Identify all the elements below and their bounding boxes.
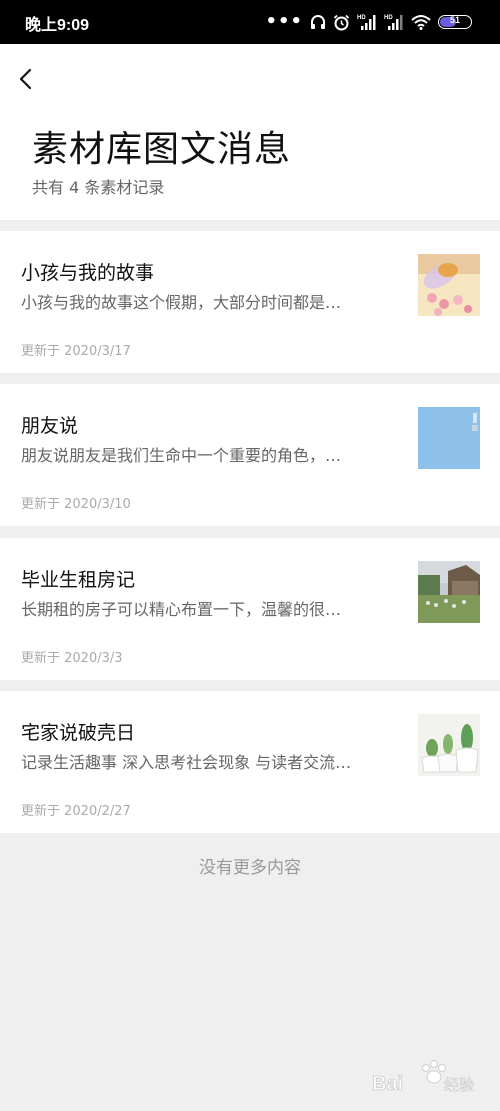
article-title: 毕业生租房记 <box>21 569 136 591</box>
signal-hd-icon: HD <box>357 15 376 30</box>
signal-hd-icon: HD <box>384 15 403 30</box>
article-date: 更新于 2020/2/27 <box>21 804 131 819</box>
article-thumbnail <box>418 407 480 469</box>
article-summary: 长期租的房子可以精心布置一下，温馨的很… <box>21 600 342 619</box>
svg-text:经验: 经验 <box>444 1076 474 1094</box>
article-card[interactable]: 小孩与我的故事 小孩与我的故事这个假期，大部分时间都是… 更新于 2020/3/… <box>0 231 500 373</box>
article-summary: 小孩与我的故事这个假期，大部分时间都是… <box>21 293 342 312</box>
article-date: 更新于 2020/3/10 <box>21 497 131 512</box>
battery-level: 51 <box>449 15 460 25</box>
svg-text:HD: HD <box>357 15 366 21</box>
baidu-jingyan-watermark: Bai 经验 <box>372 1060 474 1095</box>
article-thumbnail <box>418 254 480 316</box>
status-bar: 晚上9:09 ••• HD HD 51 <box>0 0 500 44</box>
article-card[interactable]: 朋友说 朋友说朋友是我们生命中一个重要的角色，… 更新于 2020/3/10 <box>0 384 500 526</box>
article-card[interactable]: 宅家说破壳日 记录生活趣事 深入思考社会现象 与读者交流… 更新于 2020/2… <box>0 691 500 833</box>
svg-text:Bai: Bai <box>372 1073 403 1095</box>
article-thumbnail <box>418 714 480 776</box>
article-title: 小孩与我的故事 <box>21 262 155 284</box>
status-time: 晚上9:09 <box>25 17 90 34</box>
article-title: 朋友说 <box>21 415 79 437</box>
article-summary: 记录生活趣事 深入思考社会现象 与读者交流… <box>21 753 352 772</box>
article-date: 更新于 2020/3/3 <box>21 651 123 666</box>
alarm-icon <box>333 14 350 30</box>
page-header: 素材库图文消息 共有 4 条素材记录 <box>0 44 500 220</box>
article-date: 更新于 2020/3/17 <box>21 344 131 359</box>
svg-text:HD: HD <box>384 15 393 21</box>
article-summary: 朋友说朋友是我们生命中一个重要的角色，… <box>21 446 342 465</box>
article-title: 宅家说破壳日 <box>21 722 136 744</box>
wifi-icon <box>411 15 431 30</box>
record-count: 共有 4 条素材记录 <box>32 178 165 197</box>
no-more-content: 没有更多内容 <box>199 858 301 878</box>
article-thumbnail <box>418 561 480 623</box>
battery-icon: 51 <box>438 15 472 29</box>
back-arrow-icon[interactable] <box>14 64 38 94</box>
page-title: 素材库图文消息 <box>32 129 292 170</box>
status-icons: ••• HD HD 51 <box>265 10 472 34</box>
more-dots-icon: ••• <box>265 11 303 32</box>
headset-icon <box>311 15 325 29</box>
article-card[interactable]: 毕业生租房记 长期租的房子可以精心布置一下，温馨的很… 更新于 2020/3/3 <box>0 538 500 680</box>
